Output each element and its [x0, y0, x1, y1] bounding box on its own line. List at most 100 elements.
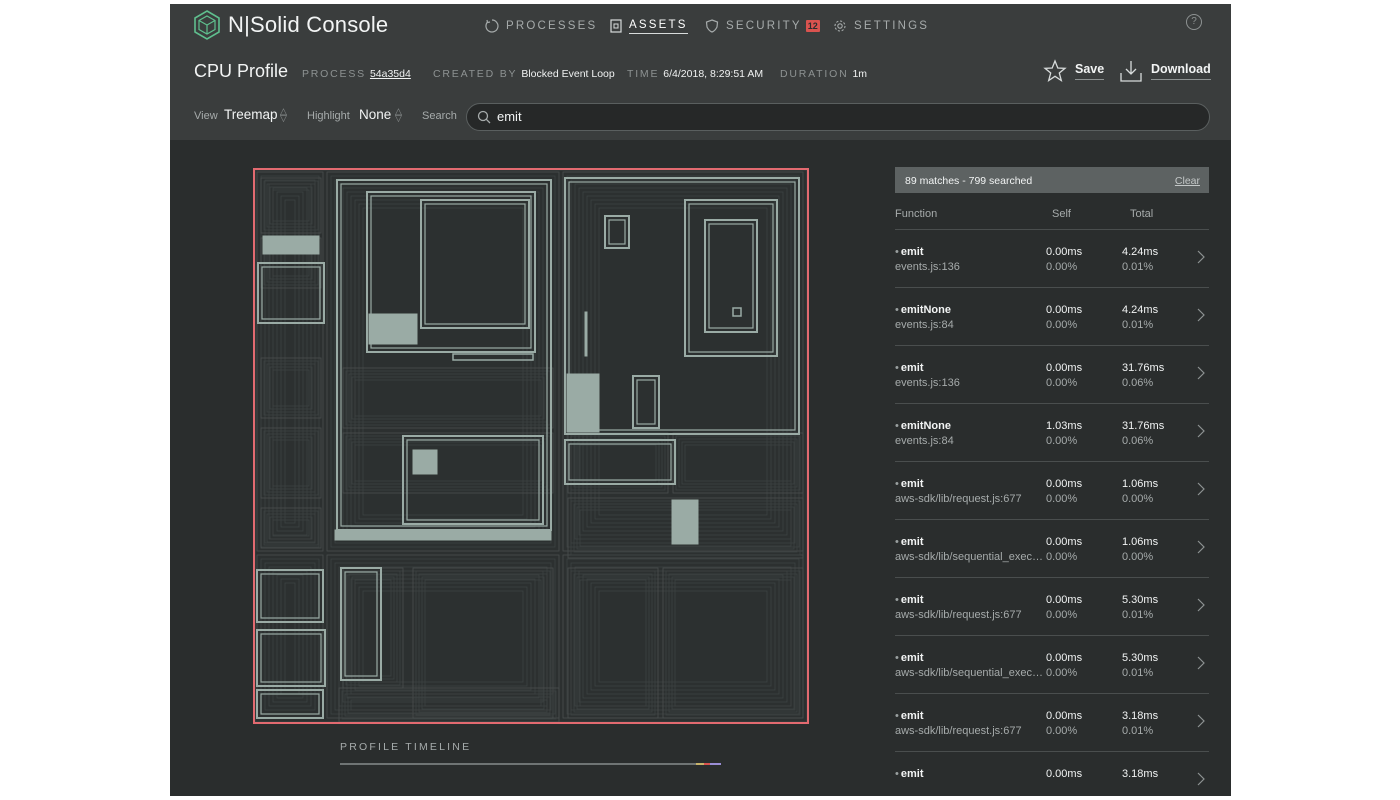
function-name: • emit: [895, 594, 923, 606]
self-time: 0.00ms: [1046, 362, 1083, 374]
function-file: events.js:136: [895, 261, 960, 273]
help-icon[interactable]: ?: [1186, 14, 1202, 30]
security-count-badge: 12: [805, 20, 820, 32]
nav-settings[interactable]: SETTINGS: [833, 16, 929, 36]
select-chevron-icon: △ ▽: [280, 106, 287, 123]
page-title: CPU Profile: [194, 61, 289, 81]
result-row[interactable]: •emit aws-sdk/lib/sequential_executor.js:…: [895, 520, 1209, 578]
function-file: aws-sdk/lib/request.js:677: [895, 725, 1022, 737]
result-row[interactable]: • emit events.js:136 0.00ms 0.00% 4.24ms 0.01%: [895, 230, 1209, 288]
total-time: 5.30ms: [1122, 652, 1159, 664]
function-name: • emit: [895, 362, 923, 374]
treemap-match-cell[interactable]: [671, 499, 699, 545]
total-time: 1.06ms: [1122, 478, 1159, 490]
select-chevron-icon: △ ▽: [395, 106, 402, 123]
nav-label: PROCESSES: [506, 20, 598, 32]
treemap-match-cell[interactable]: [412, 449, 438, 475]
nav-processes[interactable]: PROCESSES: [485, 16, 597, 36]
chevron-right-icon: [1197, 540, 1205, 554]
self-percent: 0.00%: [1046, 609, 1078, 621]
bullet-icon: •: [895, 420, 899, 432]
nav-security[interactable]: SECURITY 12: [705, 16, 820, 36]
nav-label: ASSETS: [629, 19, 688, 34]
self-percent: 0.00%: [1046, 551, 1078, 563]
logo[interactable]: N|Solid Console: [192, 9, 388, 41]
function-label: emit: [900, 652, 924, 664]
profile-timeline-bar[interactable]: [340, 763, 721, 765]
function-label: emit: [900, 594, 924, 606]
total-time: 4.24ms: [1122, 246, 1159, 258]
function-name: • emitNone: [895, 304, 951, 316]
total-percent: 0.06%: [1122, 435, 1154, 447]
process-link[interactable]: 54a35d4: [370, 68, 411, 80]
result-row[interactable]: • emit aws-sdk/lib/request.js:677 0.00ms 0.0…: [895, 694, 1209, 752]
treemap-match-cell[interactable]: [368, 313, 418, 345]
function-label: emit: [900, 246, 924, 258]
search-input[interactable]: [497, 107, 1187, 125]
treemap-match-cell[interactable]: [262, 235, 320, 255]
function-label: emit: [900, 536, 924, 548]
total-time: 5.30ms: [1122, 594, 1159, 606]
function-name: • emit: [895, 536, 923, 548]
function-name: • emit: [895, 768, 923, 780]
treemap-match-cell[interactable]: [334, 529, 552, 541]
total-time: 31.76ms: [1122, 420, 1165, 432]
nav-assets[interactable]: ASSETS: [610, 16, 688, 36]
total-time: 1.06ms: [1122, 536, 1159, 548]
total-percent: 0.00%: [1122, 551, 1154, 563]
result-row[interactable]: • emit aws-sdk/lib/request.js:677 0.00ms 0.0…: [895, 462, 1209, 520]
function-file: events.js:136: [895, 377, 960, 389]
column-function[interactable]: Function: [895, 208, 937, 220]
bullet-icon: •: [895, 594, 899, 606]
total-time: 31.76ms: [1122, 362, 1165, 374]
self-time: 0.00ms: [1046, 594, 1083, 606]
total-percent: 0.01%: [1122, 609, 1154, 621]
bullet-icon: •: [895, 304, 899, 316]
function-label: emitNone: [900, 304, 951, 316]
total-percent: 0.01%: [1122, 667, 1154, 679]
self-percent: 0.00%: [1046, 435, 1078, 447]
chevron-right-icon: [1197, 308, 1205, 322]
total-time: 3.18ms: [1122, 710, 1159, 722]
result-row[interactable]: •emit aws-sdk/lib/sequential_executor.js:…: [895, 636, 1209, 694]
self-time: 0.00ms: [1046, 710, 1083, 722]
created-meta: CREATED BY Blocked Event Loop: [433, 68, 615, 80]
self-percent: 0.00%: [1046, 493, 1078, 505]
result-row[interactable]: • emitNone events.js:84 1.03ms 0.00% 31.76ms 0…: [895, 404, 1209, 462]
meta-label: CREATED BY: [433, 68, 518, 80]
view-label: View: [194, 110, 218, 122]
self-percent: 0.00%: [1046, 725, 1078, 737]
brand-name: N|Solid Console: [228, 12, 389, 37]
total-percent: 0.01%: [1122, 725, 1154, 737]
self-percent: 0.00%: [1046, 667, 1078, 679]
view-select[interactable]: Treemap: [224, 107, 278, 122]
column-self[interactable]: Self: [1052, 208, 1071, 220]
timeline-label: PROFILE TIMELINE: [340, 741, 472, 753]
treemap-match-cell[interactable]: [584, 311, 588, 357]
result-row[interactable]: • emitNone events.js:84 0.00ms 0.00% 4.24ms 0.…: [895, 288, 1209, 346]
total-percent: 0.06%: [1122, 377, 1154, 389]
search-box[interactable]: [466, 103, 1210, 131]
time-meta: TIME 6/4/2018, 8:29:51 AM: [627, 68, 763, 80]
clear-link[interactable]: Clear: [1175, 175, 1200, 187]
gear-icon: [834, 20, 846, 32]
meta-value: 1m: [852, 68, 868, 80]
result-row[interactable]: • emit events.js:136 0.00ms 0.00% 31.76ms 0.06…: [895, 346, 1209, 404]
save-button[interactable]: Save: [1043, 59, 1105, 83]
highlight-select[interactable]: None: [359, 107, 391, 122]
treemap-match-cell[interactable]: [566, 373, 600, 433]
total-time: 3.18ms: [1122, 768, 1159, 780]
chevron-right-icon: [1197, 656, 1205, 670]
result-row[interactable]: • emit 0.00ms 3.18ms: [895, 752, 1209, 796]
highlight-label: Highlight: [307, 110, 350, 122]
cpu-treemap[interactable]: [253, 168, 809, 724]
column-total[interactable]: Total: [1130, 208, 1153, 220]
download-button[interactable]: Download: [1119, 59, 1211, 83]
function-name: • emit: [895, 652, 923, 664]
nav-label: SETTINGS: [854, 20, 930, 32]
result-row[interactable]: • emit aws-sdk/lib/request.js:677 0.00ms 0.0…: [895, 578, 1209, 636]
assets-icon: [610, 19, 622, 33]
search-label: Search: [422, 110, 457, 122]
self-time: 0.00ms: [1046, 478, 1083, 490]
function-file: events.js:84: [895, 435, 954, 447]
